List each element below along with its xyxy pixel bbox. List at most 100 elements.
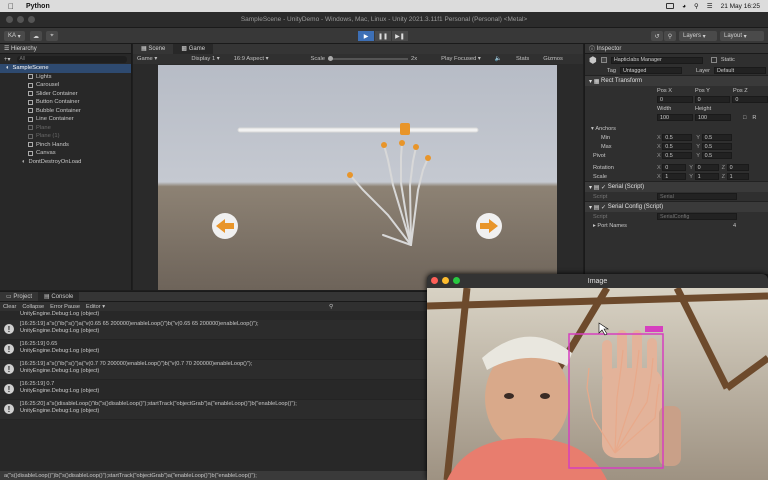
add-icon[interactable]: +▾	[4, 56, 11, 63]
search-icon[interactable]: ⚲	[664, 31, 676, 41]
zoom-window-button[interactable]	[453, 277, 460, 284]
hierarchy-item-bubble-container[interactable]: Bubble Container	[0, 107, 131, 116]
main-toolbar: KA ▾ ☁ ⌖ ▶ ❚❚ ▶❚ ↺ ⚲ Layers ▾ Layout ▾	[0, 28, 768, 44]
console-entry[interactable]: ! [16:25:19] a"s()"ib("s()")a("v(0.65 65 …	[0, 320, 427, 340]
port-names-label[interactable]: ▸ Port Names	[593, 223, 733, 229]
tab-scene[interactable]: ▦ Scene	[133, 44, 173, 54]
height-field[interactable]: 100	[695, 114, 731, 121]
rotation-x-field[interactable]: 0	[662, 164, 687, 171]
pos-z-field[interactable]: 0	[732, 96, 768, 103]
static-checkbox[interactable]	[710, 57, 717, 63]
component-enabled-checkbox[interactable]: ✓	[601, 204, 608, 211]
scale-z-field[interactable]: 1	[726, 173, 749, 180]
play-mode-dropdown[interactable]: Play Focused ▾	[441, 56, 481, 62]
blueprint-icon[interactable]: □	[743, 115, 746, 121]
serial-script-header[interactable]: ▾ ▤ ✓ Serial (Script)	[585, 181, 768, 192]
pivot-y-field[interactable]: 0.5	[701, 152, 732, 159]
min-x-field[interactable]: 0.5	[662, 134, 693, 141]
display-dropdown[interactable]: Display 1 ▾	[191, 56, 219, 62]
width-field[interactable]: 100	[657, 114, 693, 121]
close-window-button[interactable]	[6, 16, 13, 23]
cloud-icon[interactable]: ☁	[30, 31, 42, 41]
control-center-icon[interactable]: ☰	[707, 2, 713, 10]
console-entry[interactable]: ! [16:25:19] 0.65 UnityEngine.Debug:Log (o…	[0, 340, 427, 360]
minimize-window-button[interactable]	[442, 277, 449, 284]
active-checkbox[interactable]	[600, 57, 607, 63]
rotation-y-field[interactable]: 0	[694, 164, 719, 171]
layer-dropdown[interactable]: Default	[714, 67, 767, 74]
pause-button[interactable]: ❚❚	[375, 31, 391, 41]
tag-dropdown[interactable]: Untagged	[620, 67, 683, 74]
account-dropdown[interactable]: KA ▾	[4, 31, 25, 41]
rotation-z-field[interactable]: 0	[726, 164, 749, 171]
error-pause-button[interactable]: Error Pause	[50, 304, 80, 310]
step-button[interactable]: ▶❚	[392, 31, 408, 41]
apple-icon[interactable]: 	[8, 2, 14, 11]
scale-y-field[interactable]: 1	[694, 173, 719, 180]
hierarchy-item-plane[interactable]: Plane	[0, 124, 131, 133]
max-y-field[interactable]: 0.5	[701, 143, 732, 150]
hierarchy-item-line-container[interactable]: Line Container	[0, 115, 131, 124]
console-entry[interactable]: ! [16:25:19] 0.7 UnityEngine.Debug:Log (ob…	[0, 380, 427, 400]
serial-config-header[interactable]: ▾ ▤ ✓ Serial Config (Script)	[585, 201, 768, 212]
search-icon[interactable]: ⚲	[694, 2, 699, 10]
console-search-icon[interactable]: ⚲	[329, 304, 333, 310]
image-window-titlebar[interactable]: Image	[427, 274, 768, 288]
info-icon: ⓘ	[589, 47, 597, 53]
tab-console[interactable]: ▤ Console	[38, 292, 80, 301]
min-y-field[interactable]: 0.5	[701, 134, 732, 141]
pivot-x-field[interactable]: 0.5	[662, 152, 693, 159]
minimize-window-button[interactable]	[17, 16, 24, 23]
hierarchy-item-pinch-hands[interactable]: Pinch Hands	[0, 141, 131, 150]
layers-dropdown[interactable]: Layers ▾	[679, 31, 717, 41]
hierarchy-item-lights[interactable]: Lights	[0, 73, 131, 82]
editor-dropdown[interactable]: Editor ▾	[86, 304, 105, 310]
object-name-field[interactable]: Hapticlabs Manager	[610, 56, 703, 64]
tab-game[interactable]: ▩ Game	[173, 44, 214, 54]
hierarchy-item-carousel[interactable]: Carousel	[0, 81, 131, 90]
hierarchy-item-button-container[interactable]: Button Container	[0, 98, 131, 107]
macos-menubar:  Python ◕ ⚲ ☰ 21 May 16:25	[0, 0, 768, 12]
mute-icon[interactable]: 🔈	[495, 56, 502, 62]
tab-project[interactable]: ▭ Project	[0, 292, 38, 301]
stats-button[interactable]: Stats	[516, 56, 529, 62]
raw-edit-icon[interactable]: R	[752, 115, 756, 121]
scale-control[interactable]: Scale 2x	[311, 56, 417, 62]
clear-button[interactable]: Clear	[3, 304, 16, 310]
history-icon[interactable]: ↺	[651, 31, 663, 41]
collab-icon[interactable]: ⌖	[46, 31, 58, 41]
console-partial-entry: UnityEngine.Debug:Log (object)	[20, 311, 100, 317]
hierarchy-item-canvas[interactable]: Canvas	[0, 149, 131, 158]
battery-icon[interactable]	[666, 3, 675, 9]
close-window-button[interactable]	[431, 277, 438, 284]
pos-y-field[interactable]: 0	[694, 96, 731, 103]
hierarchy-item-plane-1[interactable]: Plane (1)	[0, 132, 131, 141]
layout-dropdown[interactable]: Layout ▾	[720, 31, 764, 41]
tab-hierarchy[interactable]: ☰ Hierarchy	[0, 44, 131, 54]
hierarchy-item-samplescene[interactable]: ◐ SampleScene	[0, 64, 131, 73]
hierarchy-search-input[interactable]: All	[16, 55, 127, 63]
wifi-icon[interactable]: ◕	[682, 3, 686, 10]
console-entry[interactable]: ! [16:25:20] a"s()disableLoop()"ib("s()di…	[0, 400, 427, 420]
scale-slider-handle[interactable]	[328, 56, 334, 61]
component-enabled-checkbox[interactable]: ✓	[601, 184, 608, 191]
zoom-window-button[interactable]	[28, 16, 35, 23]
gizmos-dropdown[interactable]: Gizmos	[543, 56, 563, 62]
app-menu-python[interactable]: Python	[26, 3, 50, 10]
play-button[interactable]: ▶	[358, 31, 374, 41]
pos-x-field[interactable]: 0	[657, 96, 693, 103]
console-entry[interactable]: ! [16:25:19] a"s()"ib("s()")a("v(0.7 70 2…	[0, 360, 427, 380]
max-x-field[interactable]: 0.5	[662, 143, 693, 150]
collapse-button[interactable]: Collapse	[22, 304, 44, 310]
width-label: Width	[657, 105, 672, 112]
scale-x-field[interactable]: 1	[662, 173, 687, 180]
rect-transform-header[interactable]: ▾ ▦ Rect Transform	[585, 75, 768, 86]
hierarchy-item-slider-container[interactable]: Slider Container	[0, 90, 131, 99]
clock[interactable]: 21 May 16:25	[721, 3, 760, 10]
game-render-area[interactable]	[158, 65, 557, 290]
aspect-dropdown[interactable]: 16:9 Aspect ▾	[234, 56, 269, 62]
tab-inspector[interactable]: ⓘ Inspector	[585, 44, 768, 54]
hierarchy-item-dontdestroyonload[interactable]: ◐ DontDestroyOnLoad	[0, 158, 131, 167]
game-mode-dropdown[interactable]: Game ▾	[137, 56, 157, 62]
scale-slider[interactable]	[328, 56, 409, 61]
